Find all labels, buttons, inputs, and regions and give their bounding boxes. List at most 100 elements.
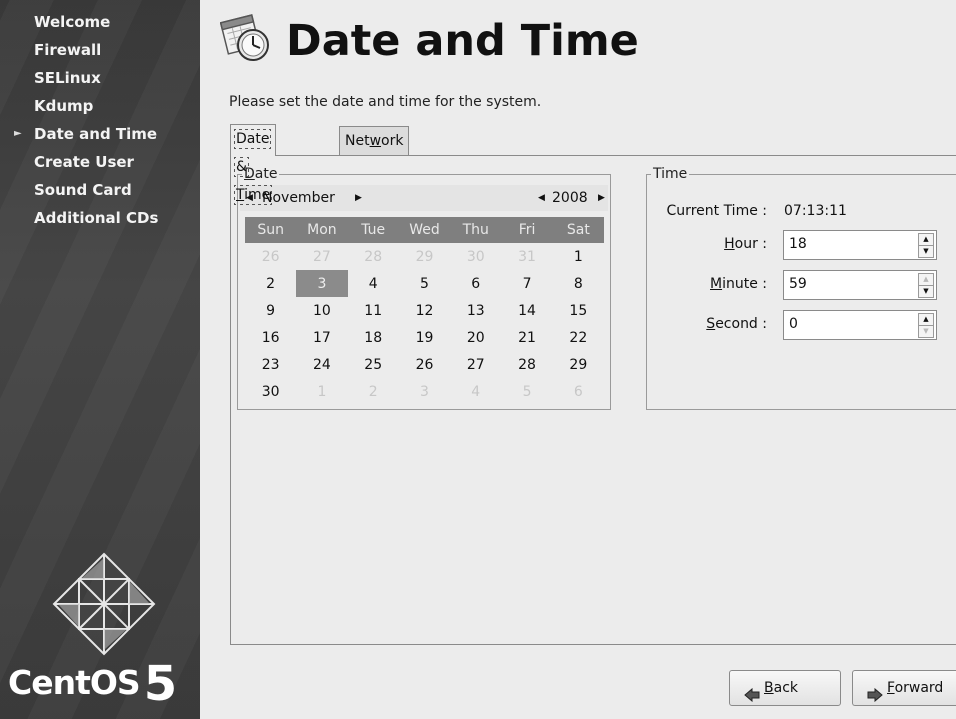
step-label: Additional CDs bbox=[34, 209, 159, 227]
calendar-week-row: 30 1 2 3 4 5 6 bbox=[245, 378, 604, 405]
calendar-day[interactable]: 31 bbox=[501, 243, 552, 270]
calendar-year: 2008 bbox=[552, 190, 588, 206]
step-sound-card: Sound Card bbox=[0, 178, 200, 206]
calendar-day[interactable]: 14 bbox=[501, 297, 552, 324]
calendar-day[interactable]: 23 bbox=[245, 351, 296, 378]
calendar-day[interactable]: 12 bbox=[399, 297, 450, 324]
calendar-day[interactable]: 5 bbox=[399, 270, 450, 297]
calendar-day[interactable]: 29 bbox=[553, 351, 604, 378]
calendar-day[interactable]: 21 bbox=[501, 324, 552, 351]
next-year-arrow-icon[interactable]: ▶ bbox=[598, 185, 605, 211]
tab-panel-date-and-time: Date ◀ November ▶ ◀ 2008 ▶ Sun Mon Tue W… bbox=[230, 155, 956, 645]
calendar-day[interactable]: 4 bbox=[450, 378, 501, 405]
next-month-arrow-icon[interactable]: ▶ bbox=[355, 185, 362, 211]
step-date-and-time: ► Date and Time bbox=[0, 122, 200, 150]
calendar-day[interactable]: 1 bbox=[553, 243, 604, 270]
step-welcome: Welcome bbox=[0, 10, 200, 38]
step-label: Welcome bbox=[34, 13, 111, 31]
calendar-day[interactable]: 2 bbox=[245, 270, 296, 297]
calendar-day[interactable]: 6 bbox=[553, 378, 604, 405]
calendar-day[interactable]: 24 bbox=[296, 351, 347, 378]
calendar-day[interactable]: 30 bbox=[245, 378, 296, 405]
calendar-day[interactable]: 7 bbox=[501, 270, 552, 297]
calendar-day[interactable]: 6 bbox=[450, 270, 501, 297]
calendar-day[interactable]: 4 bbox=[348, 270, 399, 297]
calendar-day[interactable]: 10 bbox=[296, 297, 347, 324]
calendar-week-row: 23 24 25 26 27 28 29 bbox=[245, 351, 604, 378]
page-title: Date and Time bbox=[286, 16, 639, 66]
calendar-day[interactable]: 8 bbox=[553, 270, 604, 297]
main-content: Date and Time Please set the date and ti… bbox=[200, 0, 956, 719]
step-selinux: SELinux bbox=[0, 66, 200, 94]
step-create-user: Create User bbox=[0, 150, 200, 178]
step-label: Date and Time bbox=[34, 125, 158, 143]
second-label: Second : bbox=[706, 316, 767, 332]
calendar-day[interactable]: 22 bbox=[553, 324, 604, 351]
minute-row: Minute : 59 ▲ ▼ bbox=[647, 270, 956, 300]
forward-button-label: Forward bbox=[887, 680, 944, 696]
calendar-day[interactable]: 19 bbox=[399, 324, 450, 351]
calendar-day[interactable]: 5 bbox=[501, 378, 552, 405]
second-spinbutton[interactable]: 0 ▲ ▼ bbox=[783, 310, 937, 340]
calendar-day[interactable]: 15 bbox=[553, 297, 604, 324]
step-additional-cds: Additional CDs bbox=[0, 206, 200, 234]
hour-spin-buttons: ▲ ▼ bbox=[918, 233, 934, 258]
forward-button[interactable]: Forward bbox=[852, 670, 956, 706]
second-decrement-icon[interactable]: ▼ bbox=[918, 325, 934, 338]
weekday-header: Mon bbox=[296, 217, 348, 243]
minute-decrement-icon[interactable]: ▼ bbox=[918, 285, 934, 298]
calendar-week-row: 9 10 11 12 13 14 15 bbox=[245, 297, 604, 324]
calendar-day[interactable]: 16 bbox=[245, 324, 296, 351]
calendar-day[interactable]: 20 bbox=[450, 324, 501, 351]
minute-label: Minute : bbox=[710, 276, 767, 292]
calendar-day[interactable]: 26 bbox=[245, 243, 296, 270]
minute-value: 59 bbox=[789, 276, 807, 292]
tab-date-and-time[interactable]: Date & Time bbox=[230, 124, 277, 205]
hour-spinbutton[interactable]: 18 ▲ ▼ bbox=[783, 230, 937, 260]
calendar-day[interactable]: 11 bbox=[348, 297, 399, 324]
minute-spinbutton[interactable]: 59 ▲ ▼ bbox=[783, 270, 937, 300]
calendar-day[interactable]: 2 bbox=[348, 378, 399, 405]
calendar-day[interactable]: 28 bbox=[501, 351, 552, 378]
sidebar: Welcome Firewall SELinux Kdump ► Date and… bbox=[0, 0, 200, 719]
calendar-grid: Sun Mon Tue Wed Thu Fri Sat 26 27 28 29 30 31… bbox=[245, 217, 604, 405]
weekday-header-row: Sun Mon Tue Wed Thu Fri Sat bbox=[245, 217, 604, 243]
calendar-day[interactable]: 13 bbox=[450, 297, 501, 324]
time-group: Time Current Time : 07:13:11 Hour : 18 ▲… bbox=[646, 165, 956, 410]
calendar-day[interactable]: 3 bbox=[399, 378, 450, 405]
step-firewall: Firewall bbox=[0, 38, 200, 66]
calendar-day[interactable]: 29 bbox=[399, 243, 450, 270]
calendar-day[interactable]: 27 bbox=[296, 243, 347, 270]
step-label: Firewall bbox=[34, 41, 102, 59]
weekday-header: Fri bbox=[501, 217, 553, 243]
current-time-value: 07:13:11 bbox=[784, 203, 847, 219]
step-label: Create User bbox=[34, 153, 134, 171]
back-arrow-icon bbox=[744, 681, 760, 703]
calendar-day[interactable]: 9 bbox=[245, 297, 296, 324]
calendar-day[interactable]: 17 bbox=[296, 324, 347, 351]
calendar-day-selected[interactable]: 3 bbox=[296, 270, 348, 297]
brand-wordmark: CentOS5 bbox=[8, 650, 177, 712]
hour-decrement-icon[interactable]: ▼ bbox=[918, 245, 934, 258]
step-label: SELinux bbox=[34, 69, 101, 87]
brand-name: CentOS bbox=[8, 663, 141, 702]
calendar-day[interactable]: 30 bbox=[450, 243, 501, 270]
brand-version: 5 bbox=[143, 656, 178, 712]
step-label: Kdump bbox=[34, 97, 94, 115]
time-group-legend: Time bbox=[651, 165, 690, 183]
calendar-day[interactable]: 1 bbox=[296, 378, 347, 405]
prev-year-arrow-icon[interactable]: ◀ bbox=[538, 185, 545, 211]
calendar-week-row: 26 27 28 29 30 31 1 bbox=[245, 243, 604, 270]
tab-network-time-protocol[interactable]: Network Time Protocol bbox=[339, 126, 410, 205]
calendar-day[interactable]: 28 bbox=[348, 243, 399, 270]
second-row: Second : 0 ▲ ▼ bbox=[647, 310, 956, 340]
back-button[interactable]: Back bbox=[729, 670, 841, 706]
calendar-day[interactable]: 27 bbox=[450, 351, 501, 378]
calendar-day[interactable]: 18 bbox=[348, 324, 399, 351]
calendar-day[interactable]: 25 bbox=[348, 351, 399, 378]
second-spin-buttons: ▲ ▼ bbox=[918, 313, 934, 338]
calendar-day[interactable]: 26 bbox=[399, 351, 450, 378]
minute-spin-buttons: ▲ ▼ bbox=[918, 273, 934, 298]
back-button-label: Back bbox=[764, 680, 798, 696]
setup-steps-list: Welcome Firewall SELinux Kdump ► Date and… bbox=[0, 10, 200, 234]
